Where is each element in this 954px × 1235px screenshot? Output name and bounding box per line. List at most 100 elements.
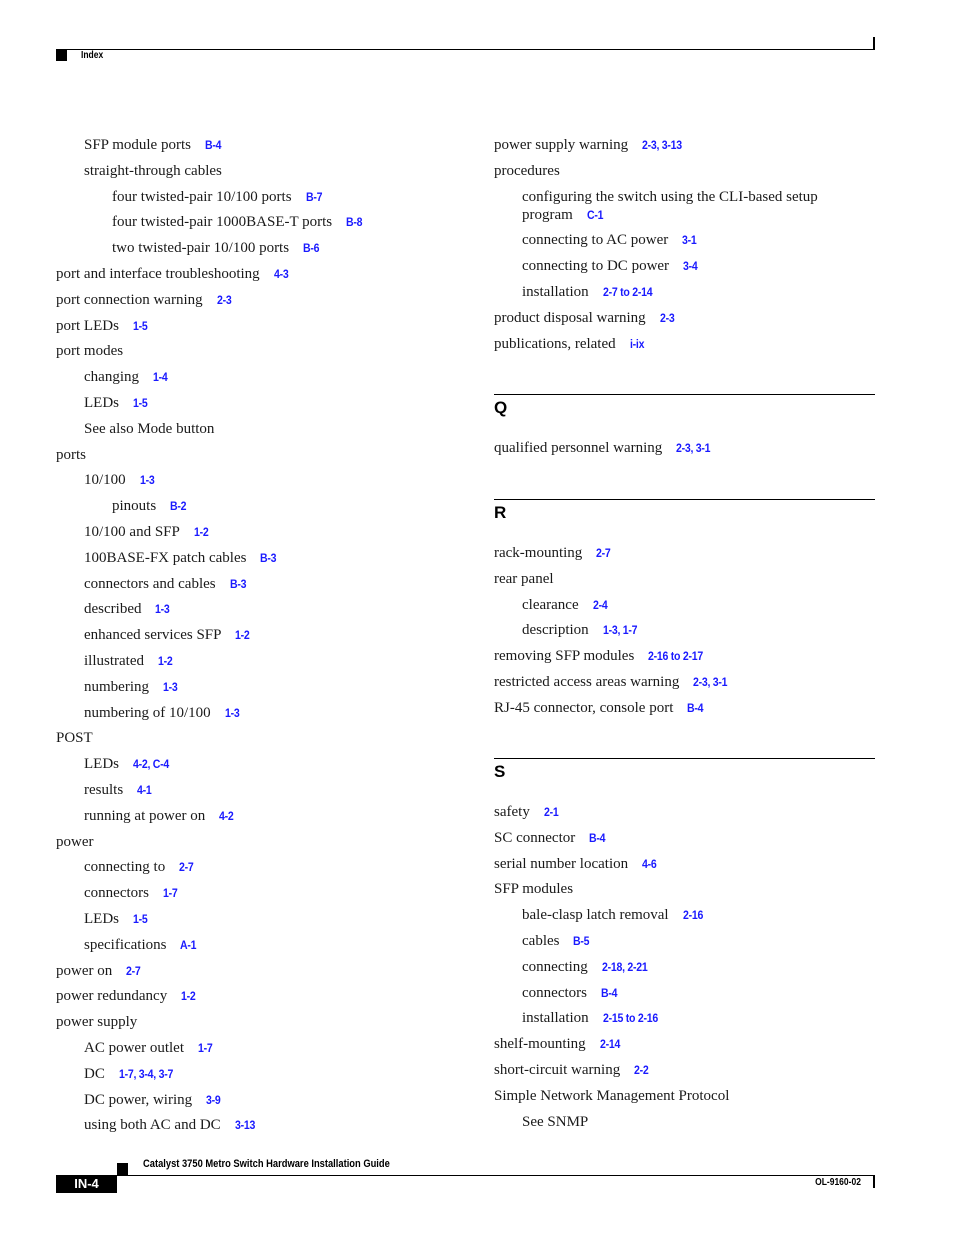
page-reference-link[interactable]: 2-3 [660, 309, 675, 327]
page-reference-link[interactable]: B-4 [205, 136, 221, 154]
index-term: installation [522, 284, 589, 300]
page-reference-link[interactable]: 1-5 [133, 910, 148, 928]
page-reference-link[interactable]: 2-7 to 2-14 [603, 283, 653, 301]
section-rule [494, 758, 875, 759]
page-reference-link[interactable]: 2-14 [600, 1035, 620, 1053]
page-reference-link[interactable]: 4-2 [219, 807, 234, 825]
page-reference-link[interactable]: 2-4 [593, 596, 608, 614]
index-term: numbering of 10/100 [84, 704, 211, 721]
page-reference-link[interactable]: 3-13 [235, 1116, 255, 1134]
page-reference-link[interactable]: 2-2 [634, 1061, 649, 1079]
page-reference-link[interactable]: 1-7, 3-4, 3-7 [119, 1065, 173, 1083]
index-entry: cables B-5 [522, 932, 592, 950]
page-reference-link[interactable]: 1-2 [181, 987, 196, 1005]
page-reference-link[interactable]: B-5 [573, 932, 589, 950]
page-reference-link[interactable]: 3-4 [683, 257, 698, 275]
page-reference-link[interactable]: 1-3 [155, 600, 170, 618]
index-entry: changing 1-4 [84, 368, 169, 386]
page-reference-link[interactable]: C-1 [587, 206, 603, 224]
index-term: connecting to AC power [522, 232, 669, 249]
page-reference-link[interactable]: 1-2 [235, 626, 250, 644]
page-reference-link[interactable]: 2-3, 3-1 [676, 439, 711, 457]
page-reference-link[interactable]: 4-1 [137, 781, 152, 799]
page-reference-link[interactable]: 3-9 [206, 1091, 221, 1109]
page-reference-link[interactable]: 1-4 [153, 368, 168, 386]
index-entry: clearance 2-4 [522, 596, 609, 614]
page-reference-link[interactable]: 3-1 [682, 231, 697, 249]
index-entry: qualified personnel warning 2-3, 3-1 [494, 439, 715, 457]
page-reference-link[interactable]: 4-2, C-4 [133, 755, 169, 773]
page-reference-link[interactable]: 2-16 to 2-17 [648, 647, 703, 665]
page-reference-link[interactable]: 1-7 [163, 884, 178, 902]
index-term: ports [56, 446, 86, 463]
index-term: installation [522, 1010, 589, 1027]
page-reference-link[interactable]: 4-3 [274, 265, 289, 283]
section-letter-heading: R [494, 503, 507, 522]
page-reference-link[interactable]: 1-2 [158, 652, 173, 670]
page-reference-link[interactable]: B-3 [230, 575, 246, 593]
index-term: using both AC and DC [84, 1117, 221, 1134]
page-reference-link[interactable]: B-4 [589, 829, 605, 847]
page-reference-link[interactable]: B-2 [170, 497, 186, 515]
page-reference-link[interactable]: 2-1 [544, 803, 559, 821]
page-reference-link[interactable]: 2-7 [126, 962, 141, 980]
index-entry: DC power, wiring 3-9 [84, 1091, 223, 1109]
index-entry: four twisted-pair 10/100 ports B-7 [112, 188, 324, 206]
section-letter-heading: Q [494, 398, 508, 417]
page-reference-link[interactable]: 1-2 [194, 523, 209, 541]
header-rule [56, 49, 875, 50]
index-term: illustrated [84, 653, 144, 669]
page-reference-link[interactable]: 1-3 [140, 471, 155, 489]
index-term: RJ-45 connector, console port [494, 699, 674, 716]
index-term-line2: program [522, 206, 573, 223]
index-term: connectors and cables [84, 575, 216, 592]
page-reference-link[interactable]: A-1 [180, 936, 196, 954]
index-term: rear panel [494, 570, 554, 587]
page-reference-link[interactable]: 1-7 [198, 1039, 213, 1057]
index-entry: ports [56, 446, 86, 464]
page-reference-link[interactable]: 2-3, 3-13 [642, 136, 682, 154]
page-reference-link[interactable]: B-8 [346, 213, 362, 231]
page-reference-link[interactable]: B-3 [260, 549, 276, 567]
index-entry: straight-through cables [84, 162, 222, 180]
index-term: port modes [56, 343, 124, 360]
index-entry: POST [56, 729, 93, 747]
page-reference-link[interactable]: 2-18, 2-21 [602, 958, 648, 976]
index-term: serial number location [494, 855, 629, 872]
index-entry: results 4-1 [84, 781, 154, 799]
section-rule [494, 499, 875, 500]
index-term: safety [494, 804, 530, 820]
page-reference-link[interactable]: 2-16 [683, 906, 703, 924]
page-reference-link[interactable]: 2-3 [217, 291, 232, 309]
index-entry: publications, related i-ix [494, 335, 646, 353]
index-term: connectors [522, 984, 587, 1001]
page-reference-link[interactable]: 1-3, 1-7 [603, 621, 638, 639]
index-term: LEDs [84, 395, 119, 411]
page-reference-link[interactable]: i-ix [630, 335, 644, 353]
page-reference-link[interactable]: 2-7 [179, 858, 194, 876]
index-term: port connection warning [56, 291, 203, 308]
index-term: See also Mode button [84, 420, 215, 437]
page-reference-link[interactable]: 1-5 [133, 317, 148, 335]
page-reference-link[interactable]: B-4 [687, 699, 703, 717]
page-reference-link[interactable]: 1-3 [163, 678, 178, 696]
index-term: port and interface troubleshooting [56, 266, 260, 282]
page-reference-link[interactable]: B-6 [303, 239, 319, 257]
page-reference-link[interactable]: B-7 [306, 188, 322, 206]
footer-page-number: IN-4 [56, 1175, 117, 1193]
index-term: clearance [522, 596, 579, 613]
page-reference-link[interactable]: 1-5 [133, 394, 148, 412]
page-reference-link[interactable]: 2-15 to 2-16 [603, 1009, 658, 1027]
index-entry: SFP modules [494, 880, 573, 898]
page-reference-link[interactable]: 2-7 [596, 544, 611, 562]
page-reference-link[interactable]: 4-6 [642, 855, 657, 873]
index-entry: two twisted-pair 10/100 ports B-6 [112, 239, 322, 257]
index-term: four twisted-pair 10/100 ports [112, 188, 292, 205]
index-term: AC power outlet [84, 1040, 184, 1056]
page-reference-link[interactable]: 2-3, 3-1 [693, 673, 728, 691]
index-term: cables [522, 933, 560, 949]
page-reference-link[interactable]: B-4 [601, 984, 617, 1002]
page-reference-link[interactable]: 1-3 [225, 704, 240, 722]
index-term: rack-mounting [494, 545, 583, 561]
index-entry: power [56, 833, 94, 851]
